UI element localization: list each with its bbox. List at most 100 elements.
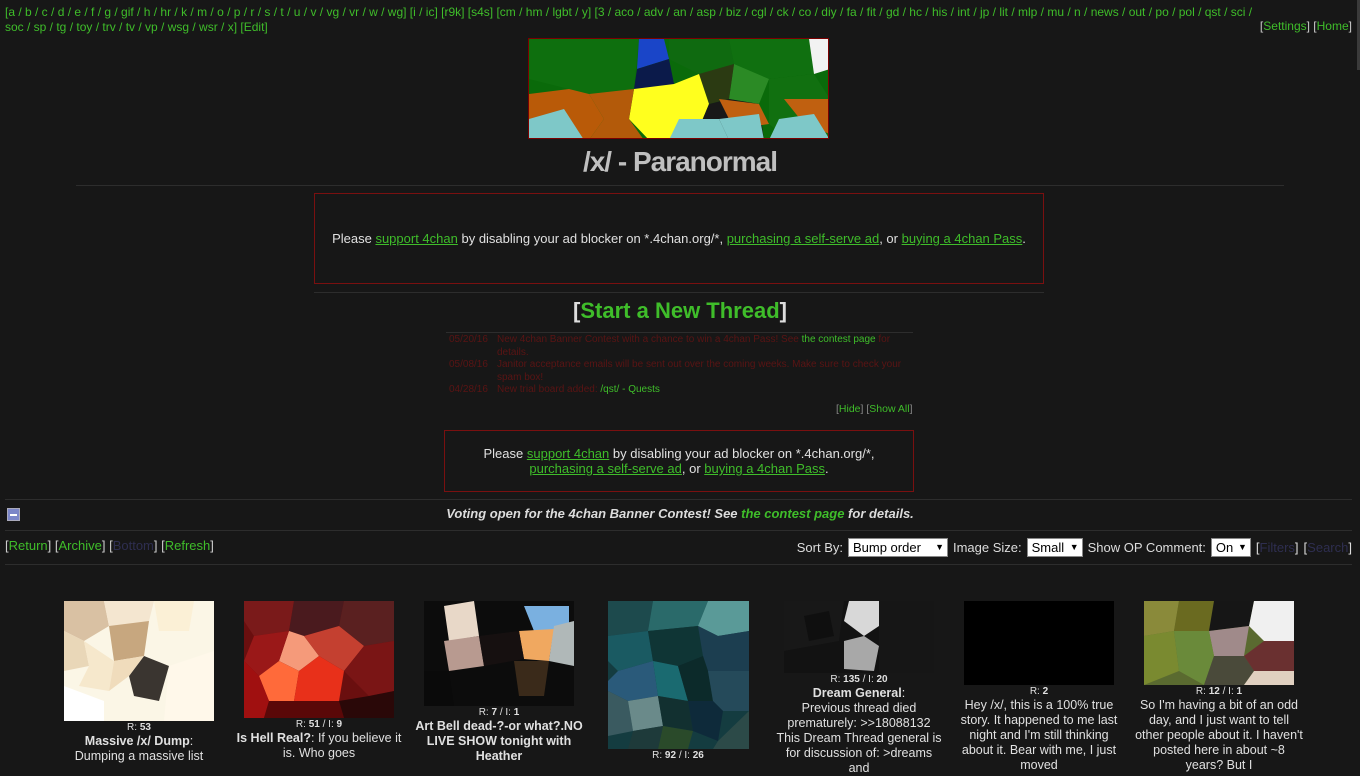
reply-count: 7 xyxy=(491,707,498,718)
start-thread: [Start a New Thread] xyxy=(573,298,787,323)
thread-thumbnail[interactable] xyxy=(607,601,749,749)
thread-stats: R: 51 / I: 9 xyxy=(295,719,343,730)
reply-count: 12 xyxy=(1208,686,1220,697)
thread-stats: R: 53 xyxy=(127,722,151,733)
reply-count: 92 xyxy=(664,750,677,761)
catalog-nav: [Return] [Archive] [Bottom] [Refresh] xyxy=(5,538,214,553)
reply-count: 53 xyxy=(139,722,151,733)
home-link[interactable]: Home xyxy=(1317,19,1349,33)
board-list-line-1[interactable]: [a / b / c / d / e / f / g / gif / h / h… xyxy=(5,5,1252,19)
catalog-options: Sort By: Bump order Image Size: Small Sh… xyxy=(797,538,1352,557)
divider xyxy=(5,564,1352,565)
news-text: Janitor acceptance emails will be sent o… xyxy=(497,359,902,383)
sort-select[interactable]: Bump order xyxy=(847,538,948,557)
divider xyxy=(5,530,1352,531)
ad-text: by disabling your ad blocker on *.4chan.… xyxy=(457,231,727,246)
sort-label: Sort By: xyxy=(796,540,843,555)
thread-stats: R: 7 / I: 1 xyxy=(478,707,520,718)
news-date: 05/08/16 xyxy=(449,359,488,370)
catalog-thread: R: 92 / I: 26 xyxy=(593,601,763,762)
ad-text: Please xyxy=(332,231,376,246)
image-count: 1 xyxy=(1236,686,1243,697)
adblock-notice-2: Please support 4chan by disabling your a… xyxy=(444,430,914,492)
thread-subject: Massive /x/ Dump xyxy=(84,734,190,748)
search-link[interactable]: Search xyxy=(1307,540,1348,555)
self-serve-ad-link[interactable]: purchasing a self-serve ad xyxy=(727,231,879,246)
thread-teaser: Hey /x/, this is a 100% true story. It h… xyxy=(960,698,1118,772)
bottom-link[interactable]: Bottom xyxy=(113,538,154,553)
thread-stats: R: 2 xyxy=(1029,686,1049,697)
hide-news-link[interactable]: Hide xyxy=(839,403,861,415)
news-date: 05/20/16 xyxy=(449,334,488,345)
image-count: 26 xyxy=(692,750,704,761)
show-all-news-link[interactable]: Show All xyxy=(869,403,909,415)
reply-count: 135 xyxy=(843,674,860,685)
catalog-thread: R: 51 / I: 9 Is Hell Real?: If you belie… xyxy=(234,601,404,761)
refresh-link[interactable]: Refresh xyxy=(165,538,211,553)
thread-stats: R: 92 / I: 26 xyxy=(652,750,704,761)
board-list-line-2[interactable]: soc / sp / tg / toy / trv / tv / vp / ws… xyxy=(5,20,268,34)
support-4chan-link[interactable]: support 4chan xyxy=(527,446,609,461)
catalog-thread: R: 135 / I: 20 Dream General: Previous t… xyxy=(774,601,944,776)
thread-stats: R: 12 / I: 1 xyxy=(1195,686,1243,697)
image-count: 9 xyxy=(336,719,343,730)
ad-text: . xyxy=(824,461,829,476)
op-comment-select[interactable]: On xyxy=(1210,538,1251,557)
ad-text: Please xyxy=(483,446,527,461)
divider xyxy=(5,499,1352,500)
news-date: 04/28/16 xyxy=(449,384,488,395)
news-controls: [Hide] [Show All] xyxy=(836,403,913,415)
news-text: New trial board added: xyxy=(497,384,601,395)
divider xyxy=(314,292,1044,293)
qst-board-link[interactable]: /qst/ - Quests xyxy=(600,384,659,395)
thread-subject: Art Bell dead-?-or what?.NO LIVE SHOW to… xyxy=(415,719,583,763)
news-item: 04/28/16 New trial board added: /qst/ - … xyxy=(446,384,913,397)
thread-subject: Is Hell Real? xyxy=(236,731,311,745)
thread-subject: Dream General xyxy=(812,686,902,700)
image-count: 1 xyxy=(513,707,520,718)
thread-thumbnail[interactable] xyxy=(64,601,214,721)
reply-count: 51 xyxy=(308,719,320,730)
archive-link[interactable]: Archive xyxy=(59,538,102,553)
thread-thumbnail[interactable] xyxy=(1144,601,1294,685)
return-link[interactable]: Return xyxy=(9,538,48,553)
global-message: Voting open for the 4chan Banner Contest… xyxy=(0,506,1360,521)
thread-teaser: Dumping a massive list xyxy=(74,749,204,763)
thread-thumbnail[interactable] xyxy=(244,601,394,718)
settings-link[interactable]: Settings xyxy=(1263,19,1306,33)
image-count: 20 xyxy=(876,674,888,685)
news-item: 05/08/16 Janitor acceptance emails will … xyxy=(446,359,913,384)
contest-page-link[interactable]: the contest page xyxy=(802,334,876,345)
thread-teaser: Previous thread died prematurely: >>1808… xyxy=(776,701,942,775)
thread-thumbnail[interactable] xyxy=(424,601,574,706)
catalog-thread: R: 7 / I: 1 Art Bell dead-?-or what?.NO … xyxy=(414,601,584,764)
thread-thumbnail[interactable] xyxy=(964,601,1114,685)
catalog-thread: R: 12 / I: 1 So I'm having a bit of an o… xyxy=(1134,601,1304,773)
4chan-pass-link[interactable]: buying a 4chan Pass xyxy=(902,231,1023,246)
4chan-pass-link[interactable]: buying a 4chan Pass xyxy=(704,461,825,476)
thread-teaser: So I'm having a bit of an odd day, and I… xyxy=(1135,698,1303,772)
adblock-notice: Please support 4chan by disabling your a… xyxy=(314,193,1044,284)
board-nav: [a / b / c / d / e / f / g / gif / h / h… xyxy=(5,5,1357,35)
filters-link[interactable]: Filters xyxy=(1260,540,1295,555)
global-message-text: for details. xyxy=(844,506,914,521)
board-banner[interactable] xyxy=(528,38,829,139)
top-right-nav: [Settings] [Home] xyxy=(1259,19,1352,33)
news-text: New 4chan Banner Contest with a chance t… xyxy=(497,334,802,345)
thread-thumbnail[interactable] xyxy=(784,601,934,673)
contest-page-link[interactable]: the contest page xyxy=(741,506,844,521)
image-size-label: Image Size: xyxy=(952,540,1022,555)
start-thread-link[interactable]: Start a New Thread xyxy=(580,298,779,323)
op-comment-label: Show OP Comment: xyxy=(1087,540,1206,555)
news-list: 05/20/16 New 4chan Banner Contest with a… xyxy=(446,334,913,397)
ad-text: by disabling your ad blocker on *.4chan.… xyxy=(609,446,875,461)
self-serve-ad-link[interactable]: purchasing a self-serve ad xyxy=(529,461,681,476)
support-4chan-link[interactable]: support 4chan xyxy=(375,231,457,246)
image-size-select[interactable]: Small xyxy=(1026,538,1083,557)
divider xyxy=(446,332,913,333)
divider xyxy=(76,185,1284,186)
reply-count: 2 xyxy=(1042,686,1049,697)
news-item: 05/20/16 New 4chan Banner Contest with a… xyxy=(446,334,913,359)
ad-text: . xyxy=(1022,231,1026,246)
ad-text: , or xyxy=(681,461,705,476)
